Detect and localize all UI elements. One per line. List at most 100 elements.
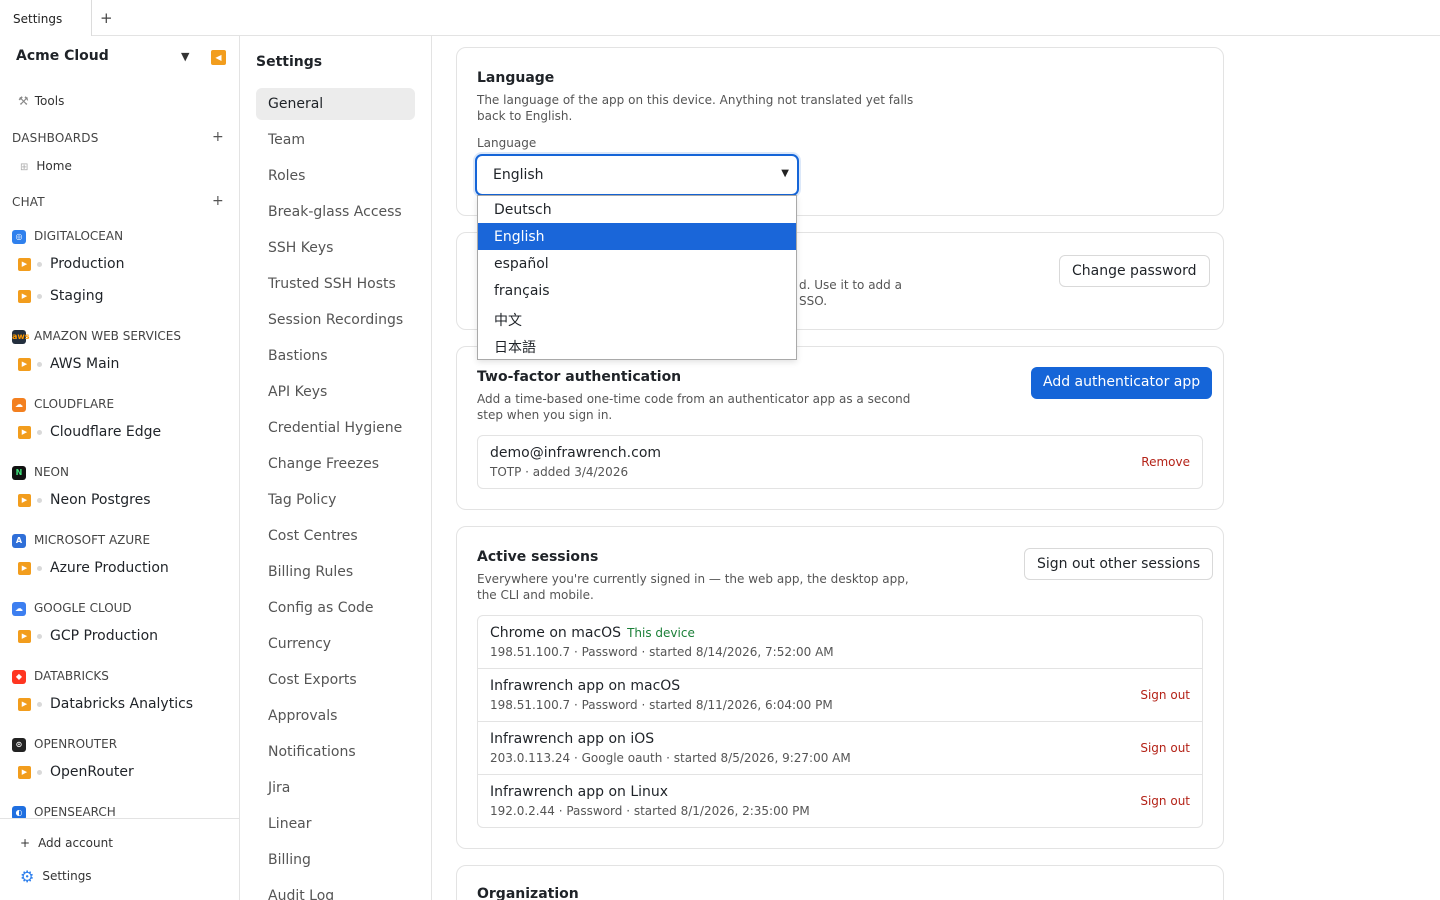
provider-label: NEON: [34, 465, 69, 479]
settings-nav-item-cost-exports[interactable]: Cost Exports: [256, 664, 415, 696]
sign-out-session-button[interactable]: Sign out: [1140, 794, 1190, 808]
session-meta: 203.0.113.24 · Google oauth · started 8/…: [490, 751, 851, 765]
account-item[interactable]: ▶ Databricks Analytics: [18, 695, 193, 713]
account-item[interactable]: ▶ AWS Main: [18, 355, 119, 373]
settings-nav-item-audit-log[interactable]: Audit Log: [256, 880, 415, 900]
account-item[interactable]: ▶ Production: [18, 255, 124, 273]
settings-nav-item-notifications[interactable]: Notifications: [256, 736, 415, 768]
language-option-chinese[interactable]: 中文: [478, 304, 796, 331]
provider-databricks[interactable]: ◆ DATABRICKS: [12, 668, 109, 684]
settings-nav-item-approvals[interactable]: Approvals: [256, 700, 415, 732]
play-icon: ▶: [18, 257, 31, 271]
sidebar-item-label: Tools: [34, 94, 65, 108]
language-option-japanese[interactable]: 日本語: [478, 331, 796, 358]
settings-nav-item-billing-rules[interactable]: Billing Rules: [256, 556, 415, 588]
settings-nav-item-api-keys[interactable]: API Keys: [256, 376, 415, 408]
sign-out-session-button[interactable]: Sign out: [1140, 688, 1190, 702]
two-factor-title: Two-factor authentication: [477, 369, 682, 385]
settings-nav-item-jira[interactable]: Jira: [256, 772, 415, 804]
session-name: Infrawrench app on iOS: [490, 731, 655, 747]
provider-openrouter[interactable]: ⊙ OPENROUTER: [12, 736, 117, 752]
collapse-sidebar-icon[interactable]: ◀: [211, 50, 226, 65]
settings-nav-item-config-as-code[interactable]: Config as Code: [256, 592, 415, 624]
provider-aws[interactable]: aws AMAZON WEB SERVICES: [12, 328, 181, 344]
language-select[interactable]: English ▼: [475, 154, 799, 196]
language-dropdown: Deutsch English español français 中文 日本語: [477, 195, 797, 360]
language-option-francais[interactable]: français: [478, 277, 796, 304]
settings-nav-item-change-freezes[interactable]: Change Freezes: [256, 448, 415, 480]
provider-neon[interactable]: N NEON: [12, 464, 69, 480]
account-label: GCP Production: [50, 628, 159, 644]
provider-cloudflare[interactable]: ☁ CLOUDFLARE: [12, 396, 114, 412]
provider-google-cloud[interactable]: ☁ GOOGLE CLOUD: [12, 600, 132, 616]
settings-nav-item-billing[interactable]: Billing: [256, 844, 415, 876]
settings-nav-item-team[interactable]: Team: [256, 124, 415, 156]
remove-authenticator-button[interactable]: Remove: [1141, 455, 1190, 469]
settings-nav-item-general[interactable]: General: [256, 88, 415, 120]
org-name: Acme Cloud: [16, 48, 109, 64]
language-option-espanol[interactable]: español: [478, 250, 796, 277]
new-tab-button[interactable]: +: [100, 9, 113, 27]
language-option-deutsch[interactable]: Deutsch: [478, 196, 796, 223]
account-item[interactable]: ▶ OpenRouter: [18, 763, 134, 781]
settings-nav-item-ssh-keys[interactable]: SSH Keys: [256, 232, 415, 264]
sidebar-item-label: Home: [36, 159, 72, 173]
sidebar-footer: + Add account ⚙ Settings: [0, 818, 239, 900]
settings-nav-item-cost-centres[interactable]: Cost Centres: [256, 520, 415, 552]
language-card: Language The language of the app on this…: [456, 47, 1224, 216]
session-row: Infrawrench app on macOS 198.51.100.7 · …: [478, 669, 1202, 722]
language-option-english[interactable]: English: [478, 223, 796, 250]
account-item[interactable]: ▶ Neon Postgres: [18, 491, 151, 509]
settings-nav-item-credential-hygiene[interactable]: Credential Hygiene: [256, 412, 415, 444]
provider-azure[interactable]: A MICROSOFT AZURE: [12, 532, 150, 548]
sessions-list: Chrome on macOS This device 198.51.100.7 …: [477, 615, 1203, 828]
org-switcher-caret-icon[interactable]: ▼: [181, 50, 189, 63]
settings-nav-item-session-recordings[interactable]: Session Recordings: [256, 304, 415, 336]
tab-settings[interactable]: Settings: [0, 0, 92, 36]
settings-nav-item-linear[interactable]: Linear: [256, 808, 415, 840]
sessions-title: Active sessions: [477, 549, 599, 565]
add-dashboard-button[interactable]: +: [212, 129, 224, 145]
status-dot: [37, 633, 42, 639]
account-item[interactable]: ▶ GCP Production: [18, 627, 158, 645]
add-account-button[interactable]: + Add account: [20, 836, 113, 850]
password-description: d. Use it to add a SSO.: [799, 277, 902, 309]
play-icon: ▶: [18, 629, 31, 643]
settings-nav-item-currency[interactable]: Currency: [256, 628, 415, 660]
account-item[interactable]: ▶ Azure Production: [18, 559, 169, 577]
openrouter-icon: ⊙: [12, 737, 26, 752]
provider-label: DIGITALOCEAN: [34, 229, 124, 243]
azure-icon: A: [12, 533, 26, 548]
sidebar-settings-link[interactable]: ⚙ Settings: [20, 867, 92, 886]
dashboards-header: DASHBOARDS: [12, 131, 99, 145]
tools-icon: ⚒: [18, 94, 29, 108]
settings-nav-item-roles[interactable]: Roles: [256, 160, 415, 192]
digitalocean-icon: ◎: [12, 229, 26, 244]
settings-nav-item-break-glass-access[interactable]: Break-glass Access: [256, 196, 415, 228]
sidebar-item-home[interactable]: ⊞ Home: [20, 159, 72, 173]
authenticator-row: demo@infrawrench.com TOTP · added 3/4/20…: [478, 436, 1202, 489]
status-dot: [37, 261, 42, 267]
account-item[interactable]: ▶ Cloudflare Edge: [18, 423, 161, 441]
two-factor-description: Add a time-based one-time code from an a…: [477, 392, 911, 422]
settings-nav: Settings General Team Roles Break-glass Acc…: [240, 36, 432, 900]
sidebar-item-tools[interactable]: ⚒ Tools: [18, 94, 64, 108]
account-item[interactable]: ▶ Staging: [18, 287, 104, 305]
settings-nav-item-trusted-ssh-hosts[interactable]: Trusted SSH Hosts: [256, 268, 415, 300]
sign-out-other-sessions-button[interactable]: Sign out other sessions: [1024, 548, 1214, 580]
authenticator-email: demo@infrawrench.com: [490, 445, 662, 461]
add-chat-button[interactable]: +: [212, 193, 224, 209]
change-password-button[interactable]: Change password: [1059, 255, 1210, 287]
settings-nav-item-tag-policy[interactable]: Tag Policy: [256, 484, 415, 516]
account-label: Neon Postgres: [50, 492, 151, 508]
play-icon: ▶: [18, 765, 31, 779]
provider-label: OPENSEARCH: [34, 805, 116, 819]
session-row: Infrawrench app on iOS 203.0.113.24 · Go…: [478, 722, 1202, 775]
provider-digitalocean[interactable]: ◎ DIGITALOCEAN: [12, 228, 123, 244]
add-authenticator-button[interactable]: Add authenticator app: [1031, 367, 1213, 399]
session-row: Infrawrench app on Linux 192.0.2.44 · Pa…: [478, 775, 1202, 828]
sign-out-session-button[interactable]: Sign out: [1140, 741, 1190, 755]
language-description: The language of the app on this device. …: [477, 93, 914, 123]
settings-nav-item-bastions[interactable]: Bastions: [256, 340, 415, 372]
provider-label: DATABRICKS: [34, 669, 109, 683]
